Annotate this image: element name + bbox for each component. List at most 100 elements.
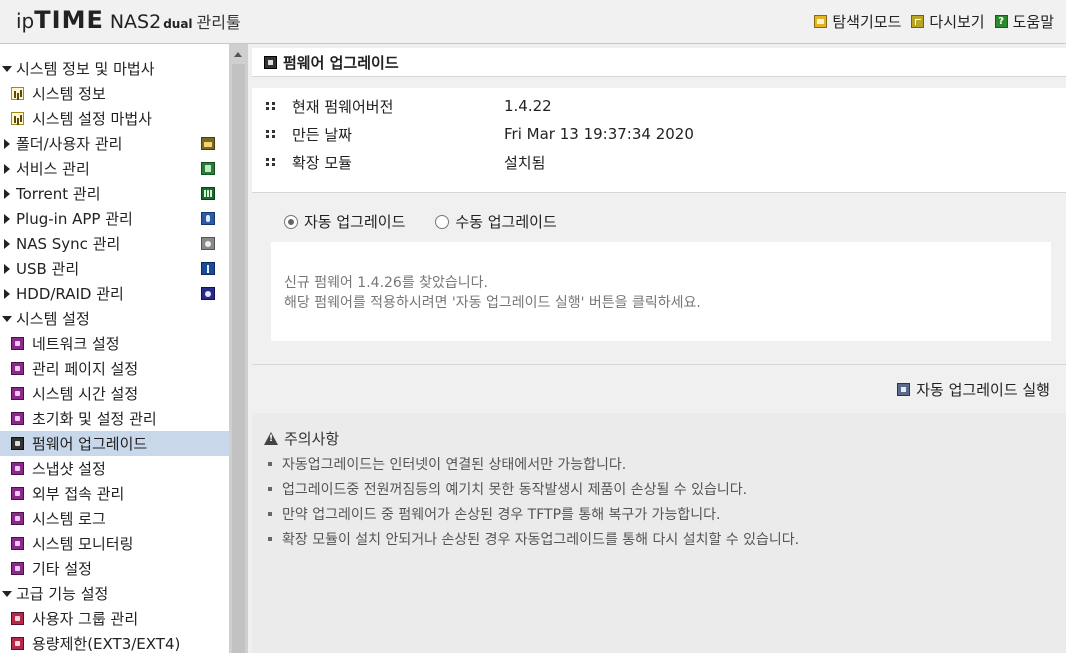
menu-group-advanced[interactable]: 고급 기능 설정 — [0, 581, 229, 606]
menu-item-admin-page[interactable]: 관리 페이지 설정 — [0, 356, 229, 381]
menu-item-system-time[interactable]: 시스템 시간 설정 — [0, 381, 229, 406]
menu-label: HDD/RAID 관리 — [16, 285, 124, 303]
refresh-icon — [911, 15, 925, 28]
menu-label: 시스템 설정 — [16, 310, 90, 328]
gear-icon — [11, 612, 24, 625]
menu-label: 초기화 및 설정 관리 — [32, 410, 157, 428]
menu-label: 고급 기능 설정 — [16, 585, 109, 603]
usb-icon — [201, 262, 215, 275]
info-row-version: 현재 펌웨어버전 1.4.22 — [266, 96, 552, 116]
help-link[interactable]: ? 도움말 — [994, 11, 1054, 32]
explorer-icon — [814, 15, 828, 28]
menu-group-nas-sync[interactable]: NAS Sync 관리 — [0, 231, 229, 256]
gear-icon — [11, 337, 24, 350]
expand-right-icon — [4, 188, 10, 199]
manual-upgrade-radio[interactable] — [435, 214, 450, 229]
menu-group-folder-user[interactable]: 폴더/사용자 관리 — [0, 131, 229, 156]
bullet-icon — [266, 129, 276, 139]
menu-label: 시스템 모니터링 — [32, 535, 134, 553]
info-value: Fri Mar 13 19:37:34 2020 — [504, 125, 694, 143]
torrent-icon — [201, 187, 215, 200]
gear-icon — [11, 637, 24, 650]
warning-icon — [264, 432, 278, 445]
manual-upgrade-label[interactable]: 수동 업그레이드 — [455, 211, 556, 232]
reload-link[interactable]: 다시보기 — [911, 11, 985, 32]
menu-group-system-info[interactable]: 시스템 정보 및 마법사 — [0, 56, 229, 81]
menu-label: 폴더/사용자 관리 — [16, 135, 123, 153]
bullet-icon — [266, 101, 276, 111]
gear-icon — [11, 487, 24, 500]
menu-label: 외부 접속 관리 — [32, 485, 125, 503]
run-auto-upgrade-button[interactable]: 자동 업그레이드 실행 — [897, 379, 1050, 400]
reload-label: 다시보기 — [929, 13, 985, 31]
upgrade-mode-selector: 자동 업그레이드 수동 업그레이드 — [284, 211, 587, 232]
menu-label: 시스템 정보 — [32, 85, 106, 103]
notice-item: 만약 업그레이드 중 펌웨어가 손상된 경우 TFTP를 통해 복구가 가능합니… — [268, 501, 799, 526]
sidebar-scrollbar[interactable] — [229, 44, 248, 653]
info-row-build-date: 만든 날짜 Fri Mar 13 19:37:34 2020 — [266, 124, 694, 144]
message-line-2: 해당 펌웨어를 적용하시려면 '자동 업그레이드 실행' 버튼을 클릭하세요. — [284, 295, 701, 311]
menu-label: 시스템 시간 설정 — [32, 385, 139, 403]
expand-right-icon — [4, 138, 10, 149]
scroll-up-arrow-icon[interactable] — [234, 52, 242, 57]
firmware-info-panel: 현재 펌웨어버전 1.4.22 만든 날짜 Fri Mar 13 19:37:3… — [252, 88, 1066, 193]
scrollbar-thumb[interactable] — [232, 64, 245, 653]
info-label: 확장 모듈 — [292, 153, 352, 172]
menu-item-system-log[interactable]: 시스템 로그 — [0, 506, 229, 531]
iptime-logo: ip TIME NAS2 dual 관리툴 — [16, 6, 241, 36]
logo-dual-text: dual — [163, 17, 193, 31]
menu-label: Plug-in APP 관리 — [16, 210, 133, 228]
gear-icon — [11, 512, 24, 525]
run-icon — [897, 383, 911, 396]
auto-upgrade-radio[interactable] — [284, 214, 298, 229]
menu-item-system-info[interactable]: 시스템 정보 — [0, 81, 229, 106]
menu-item-network[interactable]: 네트워크 설정 — [0, 331, 229, 356]
help-icon: ? — [994, 15, 1008, 28]
main-content: 펌웨어 업그레이드 현재 펌웨어버전 1.4.22 만든 날짜 Fri Mar … — [248, 44, 1066, 653]
expand-down-icon — [2, 315, 12, 322]
menu-item-quota[interactable]: 용량제한(EXT3/EXT4) — [0, 631, 229, 653]
notice-list: 자동업그레이드는 인터넷이 연결된 상태에서만 가능합니다. 업그레이드중 전원… — [268, 451, 799, 551]
info-label: 만든 날짜 — [292, 125, 352, 144]
chart-icon — [11, 87, 24, 100]
auto-upgrade-label[interactable]: 자동 업그레이드 — [304, 211, 405, 232]
menu-item-snapshot[interactable]: 스냅샷 설정 — [0, 456, 229, 481]
menu-label: USB 관리 — [16, 260, 80, 278]
menu-group-usb[interactable]: USB 관리 — [0, 256, 229, 281]
gear-icon — [11, 362, 24, 375]
expand-right-icon — [4, 238, 10, 249]
menu-group-hdd-raid[interactable]: HDD/RAID 관리 — [0, 281, 229, 306]
folder-icon — [201, 137, 215, 150]
menu-label: 펌웨어 업그레이드 — [32, 435, 148, 453]
menu-item-system-monitor[interactable]: 시스템 모니터링 — [0, 531, 229, 556]
bullet-icon — [266, 157, 276, 167]
menu-item-firmware-upgrade[interactable]: 펌웨어 업그레이드 — [0, 431, 229, 456]
notice-title: 주의사항 — [284, 430, 340, 448]
menu-item-other[interactable]: 기타 설정 — [0, 556, 229, 581]
hdd-icon — [201, 287, 215, 300]
notice-panel: 주의사항 자동업그레이드는 인터넷이 연결된 상태에서만 가능합니다. 업그레이… — [252, 413, 1066, 653]
menu-group-plugin[interactable]: Plug-in APP 관리 — [0, 206, 229, 231]
menu-item-system-wizard[interactable]: 시스템 설정 마법사 — [0, 106, 229, 131]
menu-label: 시스템 정보 및 마법사 — [16, 60, 155, 78]
menu-group-torrent[interactable]: Torrent 관리 — [0, 181, 229, 206]
menu-item-reset[interactable]: 초기화 및 설정 관리 — [0, 406, 229, 431]
explorer-mode-link[interactable]: 탐색기모드 — [814, 11, 901, 32]
menu-label: 서비스 관리 — [16, 160, 90, 178]
divider — [252, 364, 1066, 365]
menu-item-user-group[interactable]: 사용자 그룹 관리 — [0, 606, 229, 631]
logo-tool-text: 관리툴 — [196, 13, 241, 32]
menu-item-external-access[interactable]: 외부 접속 관리 — [0, 481, 229, 506]
page-title: 펌웨어 업그레이드 — [283, 53, 399, 72]
expand-right-icon — [4, 213, 10, 224]
menu-label: 시스템 설정 마법사 — [32, 110, 152, 128]
info-value: 설치됨 — [504, 153, 546, 172]
gear-icon — [264, 55, 277, 69]
menu-list: 시스템 정보 및 마법사 시스템 정보 시스템 설정 마법사 폴더/사용자 관리… — [0, 44, 229, 653]
menu-group-system-settings[interactable]: 시스템 설정 — [0, 306, 229, 331]
menu-label: 네트워크 설정 — [32, 335, 120, 353]
gear-icon — [11, 437, 24, 450]
gear-icon — [11, 412, 24, 425]
menu-group-service[interactable]: 서비스 관리 — [0, 156, 229, 181]
service-icon — [201, 162, 215, 175]
